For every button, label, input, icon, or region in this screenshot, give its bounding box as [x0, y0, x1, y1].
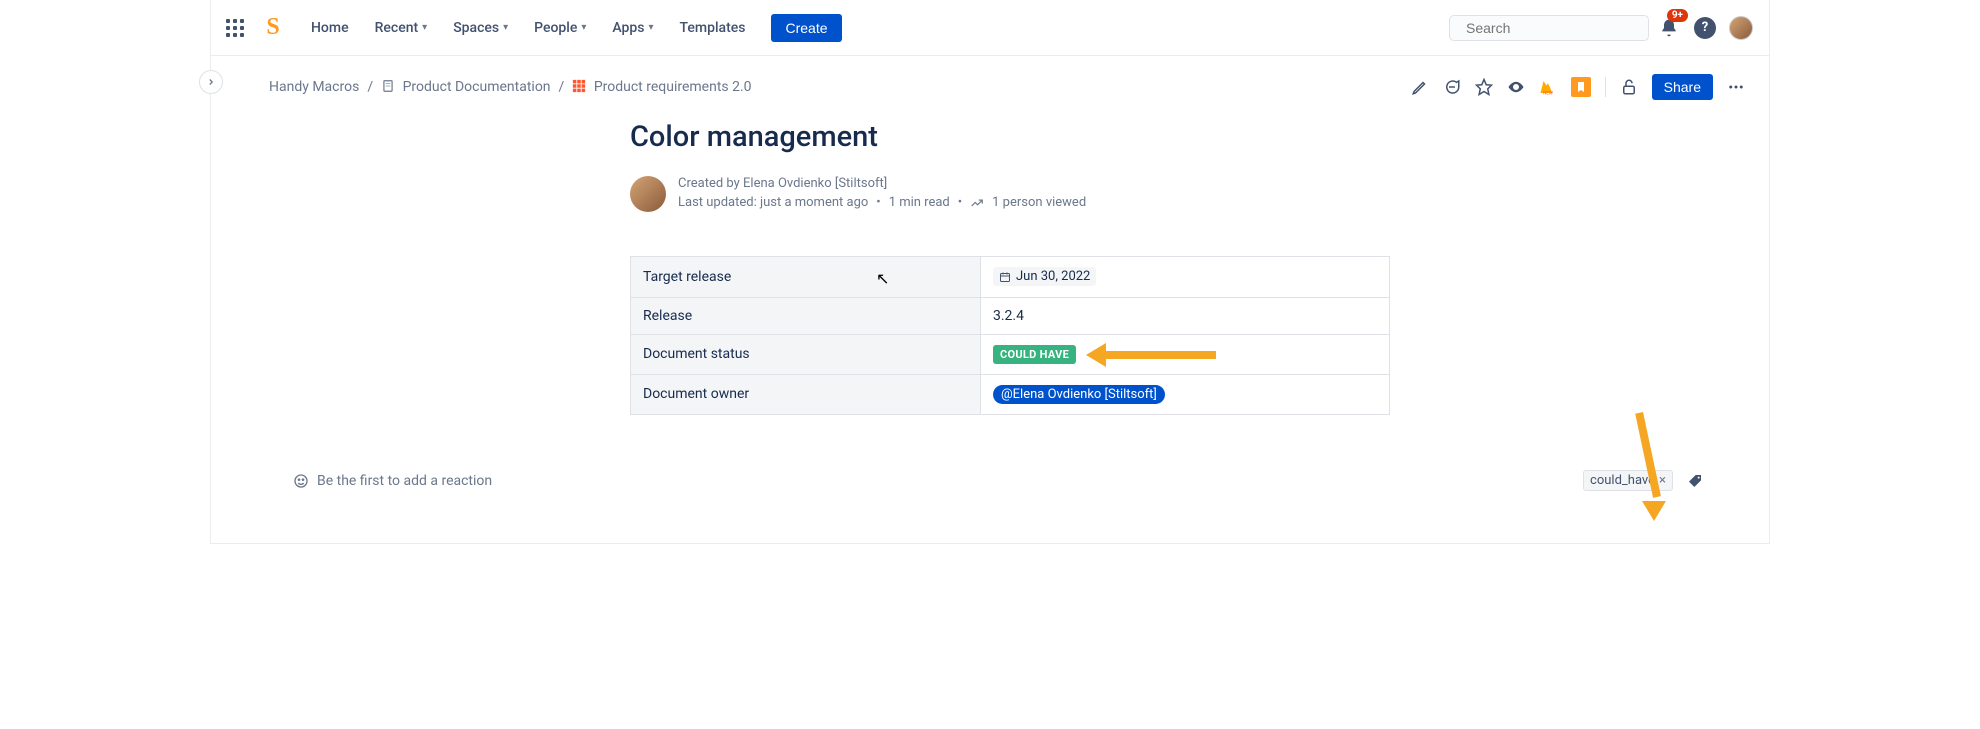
chevron-down-icon: ▾ — [422, 22, 427, 33]
add-label-button[interactable] — [1679, 465, 1711, 497]
breadcrumb-parent[interactable]: Product Documentation — [381, 79, 550, 95]
separator-dot: • — [958, 195, 962, 210]
product-logo[interactable]: S — [259, 14, 287, 42]
page-title: Color management — [630, 120, 1390, 154]
search-box[interactable] — [1449, 15, 1649, 41]
remove-label-button[interactable]: × — [1659, 473, 1666, 488]
table-row: Document owner @Elena Ovdienko [Stiltsof… — [631, 374, 1390, 414]
breadcrumb-separator: / — [367, 79, 373, 95]
create-button[interactable]: Create — [771, 14, 841, 42]
separator-dot: • — [876, 195, 880, 210]
notification-badge: 9+ — [1667, 9, 1688, 22]
tag-icon — [1687, 473, 1703, 489]
more-actions-button[interactable] — [1727, 78, 1745, 96]
avatar-icon — [1729, 16, 1753, 40]
svg-text:NEW: NEW — [1543, 91, 1553, 97]
nav-home[interactable]: Home — [301, 14, 359, 42]
target-release-value[interactable]: Jun 30, 2022 — [993, 267, 1096, 286]
comment-button[interactable] — [1443, 78, 1461, 96]
app-action-1[interactable]: NEW — [1539, 78, 1557, 96]
comment-icon — [1443, 78, 1461, 96]
app-switcher-icon[interactable] — [223, 16, 247, 40]
ellipsis-icon — [1727, 78, 1745, 96]
search-input[interactable] — [1466, 20, 1647, 36]
add-reaction-button[interactable]: Be the first to add a reaction — [293, 473, 492, 489]
grid-icon — [572, 79, 586, 93]
notifications-button[interactable]: 9+ — [1653, 12, 1685, 44]
label-chip[interactable]: could_have × — [1583, 470, 1673, 491]
breadcrumb: Handy Macros / Product Documentation / P… — [269, 79, 752, 95]
byline: Created by Elena Ovdienko [Stiltsoft] La… — [630, 176, 1390, 212]
table-row: Document status COULD HAVE — [631, 334, 1390, 374]
nav-templates[interactable]: Templates — [670, 14, 756, 42]
label-text: could_have — [1590, 473, 1655, 488]
last-updated-text: Last updated: just a moment ago — [678, 195, 868, 210]
nav-people[interactable]: People▾ — [524, 14, 596, 42]
chevron-right-icon — [206, 77, 216, 87]
lock-icon — [1620, 78, 1638, 96]
nav-apps[interactable]: Apps▾ — [602, 14, 663, 42]
expand-sidebar-button[interactable] — [199, 70, 223, 94]
author-avatar[interactable] — [630, 176, 666, 212]
chevron-down-icon: ▾ — [503, 22, 508, 33]
smiley-plus-icon — [293, 473, 309, 489]
nav-recent[interactable]: Recent▾ — [365, 14, 438, 42]
properties-table: Target release Jun 30, 2022 Release 3.2.… — [630, 256, 1390, 415]
new-badge-icon: NEW — [1539, 78, 1557, 96]
bookmark-icon — [1575, 81, 1587, 93]
table-row: Target release Jun 30, 2022 — [631, 257, 1390, 298]
target-release-label: Target release — [631, 257, 981, 298]
share-button[interactable]: Share — [1652, 74, 1713, 100]
release-value: 3.2.4 — [981, 297, 1390, 334]
arrow-annotation — [1086, 345, 1216, 363]
help-icon: ? — [1694, 17, 1716, 39]
read-time-text: 1 min read — [889, 195, 950, 210]
chevron-down-icon: ▾ — [649, 22, 654, 33]
star-button[interactable] — [1475, 78, 1493, 96]
breadcrumb-separator: / — [559, 79, 565, 95]
breadcrumb-space[interactable]: Handy Macros — [269, 79, 359, 95]
views-text[interactable]: 1 person viewed — [992, 195, 1086, 210]
profile-avatar[interactable] — [1725, 12, 1757, 44]
app-action-2[interactable] — [1571, 77, 1591, 97]
analytics-icon — [970, 196, 984, 210]
star-icon — [1475, 78, 1493, 96]
document-status-badge[interactable]: COULD HAVE — [993, 345, 1076, 364]
document-owner-mention[interactable]: @Elena Ovdienko [Stiltsoft] — [993, 385, 1165, 404]
help-button[interactable]: ? — [1689, 12, 1721, 44]
nav-spaces[interactable]: Spaces▾ — [443, 14, 518, 42]
global-navbar: S Home Recent▾ Spaces▾ People▾ Apps▾ Tem… — [211, 0, 1769, 56]
divider — [1605, 77, 1606, 97]
document-status-label: Document status — [631, 334, 981, 374]
edit-button[interactable] — [1411, 78, 1429, 96]
page-icon — [381, 79, 395, 93]
eye-icon — [1507, 78, 1525, 96]
calendar-icon — [999, 271, 1011, 283]
restrictions-button[interactable] — [1620, 78, 1638, 96]
table-row: Release 3.2.4 — [631, 297, 1390, 334]
chevron-down-icon: ▾ — [581, 22, 586, 33]
pencil-icon — [1411, 78, 1429, 96]
release-label: Release — [631, 297, 981, 334]
watch-button[interactable] — [1507, 78, 1525, 96]
created-by-text: Created by Elena Ovdienko [Stiltsoft] — [678, 176, 1086, 191]
breadcrumb-current[interactable]: Product requirements 2.0 — [572, 79, 751, 95]
document-owner-label: Document owner — [631, 374, 981, 414]
